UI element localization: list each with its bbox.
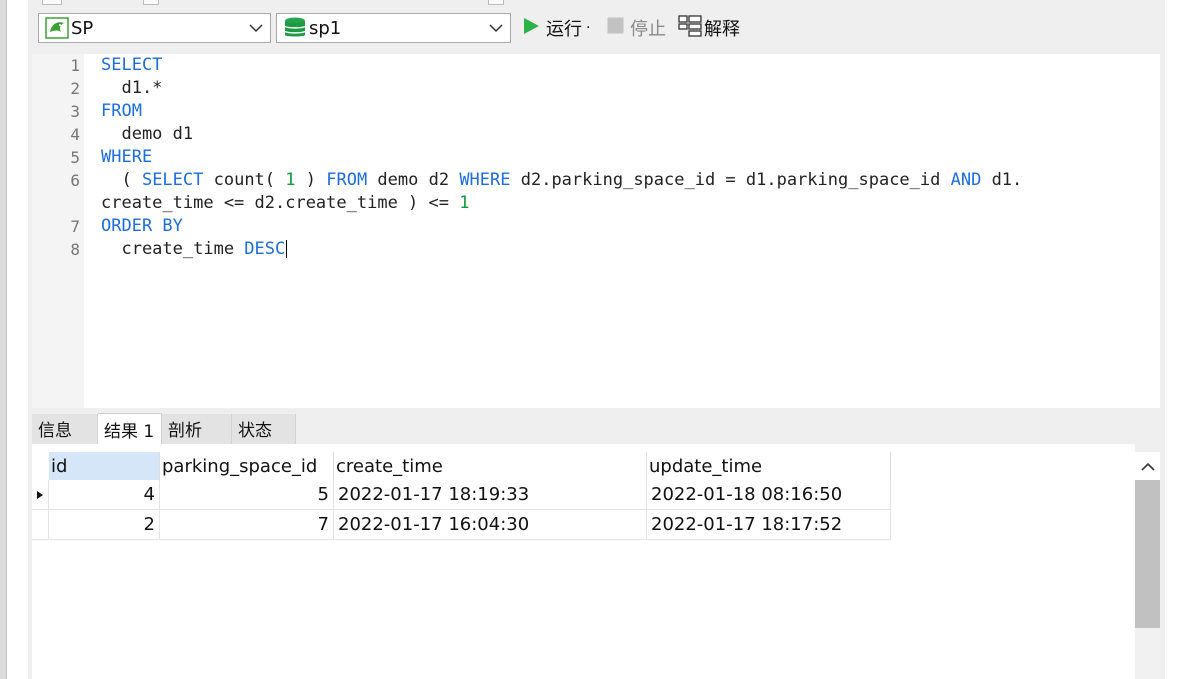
line-number-gutter: 1 2 3 4 5 6 7 8 bbox=[32, 54, 84, 408]
code-token: create_time bbox=[101, 239, 245, 259]
code-token: demo d2 bbox=[367, 170, 460, 190]
chevron-down-icon bbox=[246, 23, 266, 33]
stop-button[interactable]: 停止 bbox=[607, 13, 666, 43]
code-token: ORDER BY bbox=[101, 216, 183, 236]
tab-label: 结果 1 bbox=[104, 421, 155, 442]
explain-icon bbox=[678, 14, 702, 42]
code-token: ( bbox=[101, 170, 142, 190]
code-token: WHERE bbox=[459, 170, 511, 190]
code-line: demo d1 bbox=[101, 123, 193, 146]
code-line: d1.* bbox=[101, 77, 162, 100]
code-line: WHERE bbox=[101, 146, 152, 169]
database-select[interactable]: sp1 bbox=[276, 13, 511, 43]
table-cell[interactable]: 7 bbox=[160, 510, 334, 540]
line-number: 2 bbox=[70, 79, 80, 98]
column-header-parking-space-id[interactable]: parking_space_id bbox=[160, 452, 334, 481]
line-number: 1 bbox=[70, 56, 80, 75]
code-token: AND bbox=[950, 170, 982, 190]
line-number: 4 bbox=[70, 125, 80, 144]
code-token: WHERE bbox=[101, 147, 153, 167]
tab-profile[interactable]: 剖析 bbox=[162, 414, 232, 444]
line-number: 6 bbox=[70, 171, 80, 190]
code-token: ) bbox=[295, 170, 327, 190]
code-token: d1. bbox=[981, 170, 1023, 190]
line-number: 7 bbox=[70, 217, 80, 236]
code-line: create_time DESC bbox=[101, 238, 288, 261]
row-header[interactable] bbox=[32, 480, 49, 510]
right-margin bbox=[1165, 0, 1183, 679]
tab-result-1[interactable]: 结果 1 bbox=[98, 413, 162, 444]
line-number: 8 bbox=[70, 240, 80, 259]
left-panel-edge bbox=[0, 0, 7, 679]
sql-code: SELECT d1.* FROM demo d1 WHERE ( SELECT … bbox=[101, 54, 1022, 274]
code-token: d1.* bbox=[101, 78, 163, 98]
code-line: SELECT bbox=[101, 54, 162, 77]
line-number: 5 bbox=[70, 148, 80, 167]
code-token: SELECT bbox=[141, 170, 204, 190]
chevron-down-icon bbox=[486, 23, 506, 33]
table-cell[interactable]: 5 bbox=[160, 480, 334, 510]
run-button[interactable]: 运行 · bbox=[522, 13, 590, 43]
tab-status[interactable]: 状态 bbox=[232, 414, 296, 444]
text-caret bbox=[286, 240, 288, 258]
play-icon bbox=[522, 17, 540, 40]
code-token: SELECT bbox=[101, 55, 163, 75]
code-line: ( SELECT count( 1 ) FROM demo d2 WHERE d… bbox=[101, 169, 1022, 192]
tab-label: 状态 bbox=[238, 421, 272, 441]
code-token: 1 bbox=[459, 193, 470, 213]
table-cell[interactable]: 2022-01-17 18:19:33 bbox=[334, 480, 647, 510]
code-token: DESC bbox=[244, 239, 286, 259]
row-header[interactable] bbox=[32, 510, 49, 540]
table-cell[interactable]: 2022-01-18 08:16:50 bbox=[647, 480, 891, 510]
results-scrollbar[interactable] bbox=[1135, 452, 1160, 679]
column-header-create-time[interactable]: create_time bbox=[334, 452, 647, 481]
current-row-icon bbox=[37, 490, 43, 499]
table-cell[interactable]: 2022-01-17 16:04:30 bbox=[334, 510, 647, 540]
code-line: create_time <= d2.create_time ) <= 1 bbox=[101, 192, 469, 215]
stop-label: 停止 bbox=[630, 19, 666, 40]
connection-icon bbox=[45, 17, 69, 39]
sql-editor[interactable]: 1 2 3 4 5 6 7 8 SELECT d1.* FROM demo d1… bbox=[32, 54, 1160, 408]
result-tabs: 信息 结果 1 剖析 状态 bbox=[32, 413, 1160, 444]
code-line: FROM bbox=[101, 100, 142, 123]
tab-info[interactable]: 信息 bbox=[32, 414, 98, 444]
result-grid[interactable]: id parking_space_id create_time update_t… bbox=[32, 444, 1135, 679]
stop-icon bbox=[607, 17, 624, 39]
code-token: 1 bbox=[285, 170, 296, 190]
code-line: ORDER BY bbox=[101, 215, 183, 238]
run-dropdown-arrow[interactable]: · bbox=[586, 20, 590, 36]
scroll-thumb[interactable] bbox=[1135, 480, 1160, 628]
line-number: 3 bbox=[70, 102, 80, 121]
database-select-value: sp1 bbox=[309, 17, 342, 39]
scroll-up-button[interactable] bbox=[1135, 452, 1160, 480]
chevron-up-icon bbox=[1140, 462, 1155, 471]
code-token: FROM bbox=[101, 101, 142, 121]
table-cell[interactable]: 2 bbox=[49, 510, 160, 540]
table-cell[interactable]: 2022-01-17 18:17:52 bbox=[647, 510, 891, 540]
column-header-update-time[interactable]: update_time bbox=[647, 452, 891, 481]
explain-label: 解释 bbox=[704, 19, 740, 40]
code-token: demo d1 bbox=[101, 124, 194, 144]
code-token: FROM bbox=[326, 170, 368, 190]
code-token: count( bbox=[203, 170, 286, 190]
code-token: create_time <= d2.create_time ) <= bbox=[101, 193, 460, 213]
column-header-id[interactable]: id bbox=[49, 452, 160, 481]
tab-label: 剖析 bbox=[168, 421, 202, 441]
top-toolbar-edge bbox=[28, 0, 1165, 8]
database-icon bbox=[283, 17, 307, 39]
connection-select-value: SP bbox=[71, 17, 94, 39]
table-cell[interactable]: 4 bbox=[49, 480, 160, 510]
code-token: d2.parking_space_id = d1.parking_space_i… bbox=[510, 170, 951, 190]
tab-label: 信息 bbox=[38, 421, 72, 441]
connection-select[interactable]: SP bbox=[38, 13, 271, 43]
explain-button[interactable]: 解释 bbox=[678, 13, 740, 43]
run-label: 运行 bbox=[546, 19, 582, 40]
